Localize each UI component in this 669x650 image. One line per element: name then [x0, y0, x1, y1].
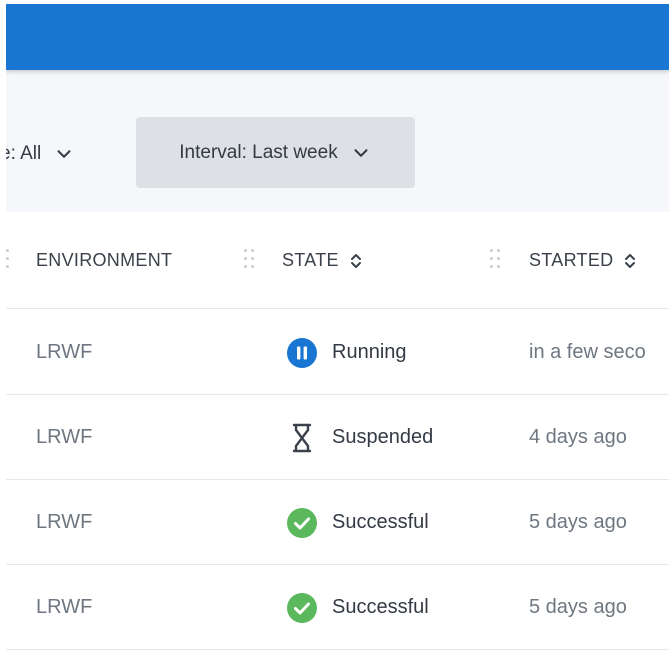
column-header-label: STARTED	[529, 250, 614, 270]
check-circle-icon	[286, 507, 318, 539]
sort-icon	[625, 253, 636, 268]
environment-cell: LRWF	[36, 341, 93, 363]
hourglass-icon	[286, 422, 318, 454]
column-header-label: ENVIRONMENT	[36, 250, 173, 270]
check-circle-icon	[286, 592, 318, 624]
column-header-started[interactable]: STARTED	[529, 212, 637, 309]
table-row[interactable]: LRWF Running in a few seco	[6, 310, 669, 395]
column-drag-handle[interactable]	[490, 247, 502, 273]
state-cell: Suspended	[286, 395, 433, 480]
top-app-bar	[6, 4, 669, 70]
table-row[interactable]: LRWF Suspended 4 days ago	[6, 395, 669, 480]
pause-circle-icon	[286, 337, 318, 369]
environment-cell: LRWF	[36, 596, 93, 618]
state-label: Successful	[332, 596, 429, 618]
state-cell: Successful	[286, 565, 429, 650]
sort-icon	[350, 253, 361, 268]
type-filter-label: e: All	[0, 143, 42, 164]
interval-filter-label: Interval: Last week	[179, 141, 338, 163]
state-cell: Successful	[286, 480, 429, 565]
column-header-environment[interactable]: ENVIRONMENT	[36, 212, 172, 309]
interval-filter-dropdown[interactable]: Interval: Last week	[136, 117, 415, 188]
column-header-label: STATE	[282, 250, 339, 270]
column-drag-handle[interactable]	[6, 247, 18, 273]
app-frame: e: All Interval: Last week ENVIRONMENT S…	[0, 0, 669, 650]
chevron-down-icon	[354, 148, 368, 157]
column-header-state[interactable]: STATE	[282, 212, 363, 309]
left-border	[0, 0, 6, 647]
state-cell: Running	[286, 310, 407, 395]
started-cell: 5 days ago	[529, 511, 627, 533]
type-filter-dropdown[interactable]: e: All	[0, 134, 75, 174]
table-row[interactable]: LRWF Successful 5 days ago	[6, 480, 669, 565]
chevron-down-icon	[57, 150, 71, 158]
column-drag-handle[interactable]	[244, 247, 256, 273]
environment-cell: LRWF	[36, 426, 93, 448]
started-cell: 5 days ago	[529, 596, 627, 618]
table-row[interactable]: LRWF Successful 5 days ago	[6, 565, 669, 650]
state-label: Suspended	[332, 426, 434, 448]
started-cell: in a few seco	[529, 341, 646, 363]
started-cell: 4 days ago	[529, 426, 627, 448]
state-label: Running	[332, 341, 407, 363]
table-header: ENVIRONMENT STATE STARTED	[6, 212, 669, 309]
state-label: Successful	[332, 511, 429, 533]
environment-cell: LRWF	[36, 511, 93, 533]
